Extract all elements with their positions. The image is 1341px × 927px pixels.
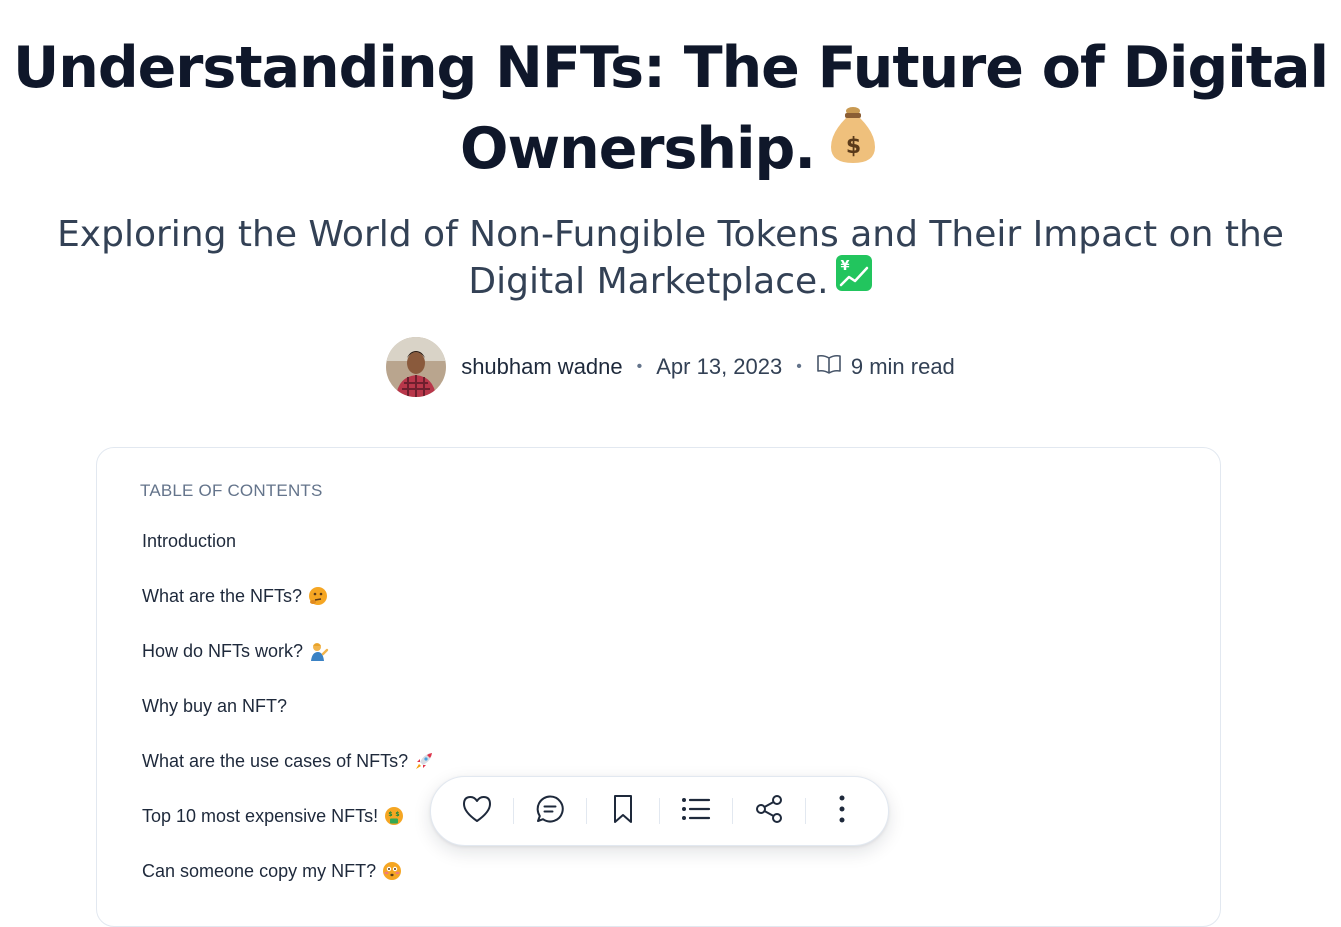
money-bag-icon: $ bbox=[825, 105, 881, 187]
flushed-face-icon bbox=[382, 861, 402, 888]
meta-separator: • bbox=[796, 358, 802, 375]
author-name[interactable]: shubham wadne bbox=[461, 354, 622, 380]
article-meta: shubham wadne • Apr 13, 2023 • 9 min rea… bbox=[0, 336, 1341, 398]
table-of-contents-icon bbox=[680, 795, 712, 828]
read-time-text: 9 min read bbox=[850, 354, 955, 379]
comment-button[interactable] bbox=[523, 789, 577, 833]
bookmark-icon bbox=[610, 793, 636, 830]
like-button[interactable] bbox=[450, 789, 504, 833]
toc-item[interactable]: How do NFTs work? bbox=[142, 638, 434, 693]
toc-item-label[interactable]: Why buy an NFT? bbox=[142, 693, 287, 719]
table-of-contents-button[interactable] bbox=[669, 789, 723, 833]
toc-item-label[interactable]: What are the NFTs? bbox=[142, 583, 302, 609]
article-subtitle-text: Exploring the World of Non-Fungible Toke… bbox=[57, 214, 1284, 302]
toc-item-label[interactable]: Introduction bbox=[142, 528, 236, 554]
table-of-contents: TABLE OF CONTENTS Introduction What are … bbox=[96, 447, 1221, 927]
rocket-icon bbox=[414, 751, 434, 778]
bookmark-button[interactable] bbox=[596, 789, 650, 833]
more-options-icon bbox=[837, 794, 847, 829]
share-button[interactable] bbox=[742, 789, 796, 833]
open-book-icon bbox=[816, 354, 851, 380]
toc-item-label[interactable]: Top 10 most expensive NFTs! bbox=[142, 803, 378, 829]
toc-item-label[interactable]: Can someone copy my NFT? bbox=[142, 858, 376, 884]
floating-action-toolbar bbox=[430, 776, 889, 846]
money-mouth-face-icon: $ $ bbox=[384, 806, 404, 833]
toolbar-divider bbox=[586, 798, 587, 824]
read-time: 9 min read bbox=[816, 354, 955, 380]
toc-item[interactable]: What are the NFTs? bbox=[142, 583, 434, 638]
article-title-text: Understanding NFTs: The Future of Digita… bbox=[12, 35, 1329, 182]
like-icon bbox=[461, 794, 493, 829]
more-options-button[interactable] bbox=[815, 789, 869, 833]
toc-list: Introduction What are the NFTs? How do N… bbox=[142, 528, 434, 913]
svg-text:$: $ bbox=[846, 134, 860, 159]
toc-item[interactable]: What are the use cases of NFTs? bbox=[142, 748, 434, 803]
article-subtitle: Exploring the World of Non-Fungible Toke… bbox=[40, 212, 1301, 308]
toc-item[interactable]: Why buy an NFT? bbox=[142, 693, 434, 748]
svg-text:$: $ bbox=[389, 811, 393, 818]
article-title: Understanding NFTs: The Future of Digita… bbox=[0, 28, 1341, 193]
toc-item[interactable]: Can someone copy my NFT? bbox=[142, 858, 434, 913]
toolbar-divider bbox=[659, 798, 660, 824]
chart-increasing-yen-icon: ¥ bbox=[835, 254, 873, 304]
comment-icon bbox=[535, 794, 565, 829]
author-avatar[interactable] bbox=[386, 337, 447, 397]
meta-separator: • bbox=[636, 358, 643, 375]
publish-date: Apr 13, 2023 bbox=[656, 354, 783, 379]
person-tipping-hand-icon bbox=[309, 641, 329, 668]
toc-item-label[interactable]: How do NFTs work? bbox=[142, 638, 303, 664]
svg-text:¥: ¥ bbox=[840, 259, 849, 274]
toc-item-label[interactable]: What are the use cases of NFTs? bbox=[142, 748, 408, 774]
toolbar-divider bbox=[513, 798, 514, 824]
toc-item[interactable]: Top 10 most expensive NFTs! $ $ bbox=[142, 803, 434, 858]
share-icon bbox=[753, 793, 785, 830]
toc-heading: TABLE OF CONTENTS bbox=[140, 481, 323, 500]
svg-text:$: $ bbox=[396, 811, 400, 818]
toolbar-divider bbox=[732, 798, 733, 824]
thinking-face-icon bbox=[308, 586, 328, 613]
toc-item[interactable]: Introduction bbox=[142, 528, 434, 583]
toolbar-divider bbox=[805, 798, 806, 824]
